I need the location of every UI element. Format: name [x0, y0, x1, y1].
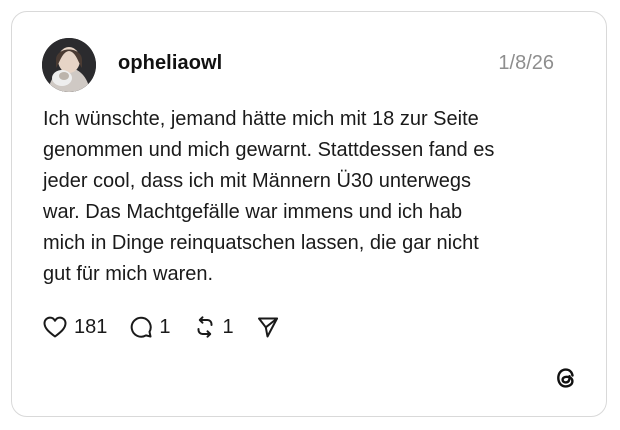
post-card: opheliaowl 1/8/26 Ich wünschte, jemand h…	[11, 11, 607, 417]
repost-icon	[197, 316, 212, 338]
threads-logo-icon	[552, 364, 580, 392]
repost-count: 1	[222, 315, 234, 338]
share-button[interactable]	[256, 315, 280, 339]
avatar[interactable]	[42, 38, 96, 92]
post-text: Ich wünschte, jemand hätte mich mit 18 z…	[43, 108, 495, 285]
like-count: 181	[74, 315, 108, 338]
comment-icon	[131, 316, 153, 338]
avatar-photo	[42, 38, 96, 92]
post-date: 1/8/26	[498, 52, 554, 74]
action-bar: 181 1 1	[42, 313, 302, 341]
like-button[interactable]: 181	[42, 315, 107, 339]
username[interactable]: opheliaowl	[118, 52, 222, 75]
send-icon	[257, 317, 278, 338]
reply-count: 1	[159, 315, 171, 338]
repost-button[interactable]: 1	[193, 315, 234, 339]
heart-icon	[43, 316, 67, 338]
reply-button[interactable]: 1	[129, 315, 171, 339]
